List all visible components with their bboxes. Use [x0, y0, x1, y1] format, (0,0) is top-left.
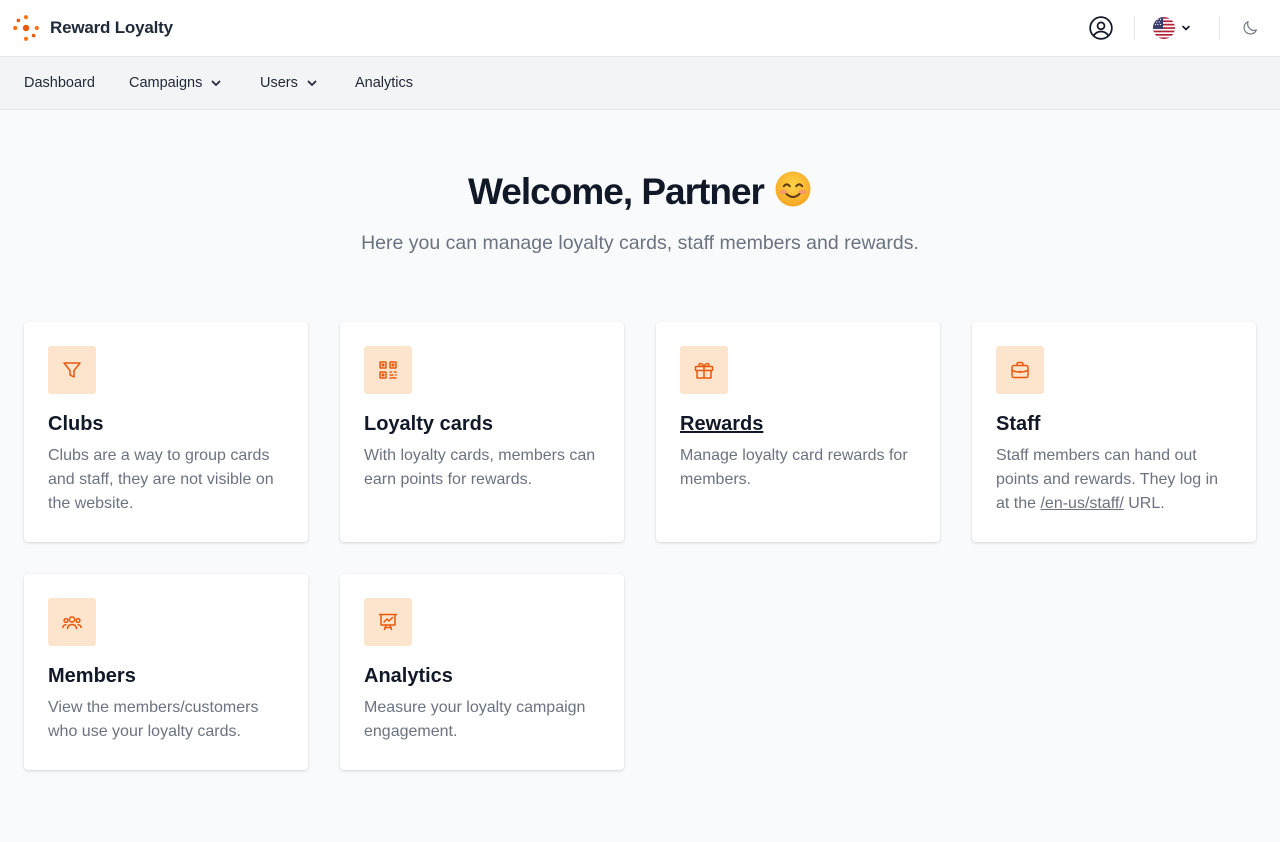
chevron-down-icon — [307, 80, 317, 86]
card-title: Analytics — [364, 665, 453, 687]
card-description: Measure your loyalty campaign engagement… — [364, 699, 586, 740]
card-title: Clubs — [48, 413, 104, 435]
briefcase-icon — [1011, 361, 1029, 379]
card-title: Members — [48, 665, 136, 687]
nav-users-label: Users — [260, 75, 298, 91]
chevron-down-icon — [211, 80, 221, 86]
language-selector[interactable] — [1153, 16, 1201, 40]
card-clubs[interactable]: Clubs Clubs are a way to group cards and… — [24, 322, 308, 542]
moon-icon[interactable] — [1241, 19, 1259, 37]
card-icon-box — [680, 346, 728, 394]
nav-campaigns-label: Campaigns — [129, 75, 203, 91]
page-title-text: Welcome, Partner — [468, 171, 765, 212]
card-loyalty-cards[interactable]: Loyalty cards With loyalty cards, member… — [340, 322, 624, 542]
nav-users[interactable]: Users — [260, 57, 319, 109]
nav-campaigns[interactable]: Campaigns — [129, 57, 223, 109]
qr-code-icon — [379, 361, 397, 379]
card-staff[interactable]: Staff Staff members can hand out points … — [972, 322, 1256, 542]
card-description: View the members/customers who use your … — [48, 699, 259, 740]
card-title: Rewards — [680, 413, 764, 435]
staff-url-link[interactable]: /en-us/staff/ — [1040, 495, 1123, 512]
smiling-face-icon — [774, 170, 812, 217]
card-description: Staff members can hand out points and re… — [996, 444, 1232, 516]
funnel-icon — [63, 362, 81, 378]
users-icon — [62, 616, 82, 630]
brand-link[interactable]: Reward Loyalty — [12, 14, 173, 42]
nav-analytics[interactable]: Analytics — [355, 57, 413, 109]
us-flag-icon — [1153, 17, 1175, 39]
user-circle-icon[interactable] — [1088, 15, 1114, 41]
page-subtitle: Here you can manage loyalty cards, staff… — [361, 232, 919, 254]
card-description-text: URL. — [1123, 495, 1165, 512]
header-divider — [1219, 16, 1220, 40]
top-bar: Reward Loyalty — [0, 0, 1280, 57]
dots-logo-icon — [13, 15, 39, 41]
page-title: Welcome, Partner — [0, 170, 1280, 217]
card-rewards[interactable]: Rewards Manage loyalty card rewards for … — [656, 322, 940, 542]
card-analytics[interactable]: Analytics Measure your loyalty campaign … — [340, 574, 624, 770]
card-description: With loyalty cards, members can earn poi… — [364, 447, 596, 488]
chevron-down-icon — [1182, 25, 1190, 31]
card-title: Loyalty cards — [364, 413, 493, 435]
card-icon-box — [48, 598, 96, 646]
card-description: Clubs are a way to group cards and staff… — [48, 447, 274, 512]
card-icon-box — [364, 346, 412, 394]
card-icon-box — [996, 346, 1044, 394]
card-icon-box — [364, 598, 412, 646]
nav-analytics-label: Analytics — [355, 75, 414, 91]
card-description: Manage loyalty card rewards for members. — [680, 447, 908, 488]
presentation-chart-icon — [378, 613, 398, 631]
nav-dashboard[interactable]: Dashboard — [24, 57, 95, 109]
card-title: Staff — [996, 413, 1041, 435]
card-members[interactable]: Members View the members/customers who u… — [24, 574, 308, 770]
nav-dashboard-label: Dashboard — [24, 75, 95, 91]
header-divider — [1134, 16, 1135, 40]
brand-name: Reward Loyalty — [50, 18, 173, 37]
card-icon-box — [48, 346, 96, 394]
main-nav: Dashboard Campaigns Users Analytics — [0, 57, 1280, 110]
gift-icon — [694, 362, 714, 379]
